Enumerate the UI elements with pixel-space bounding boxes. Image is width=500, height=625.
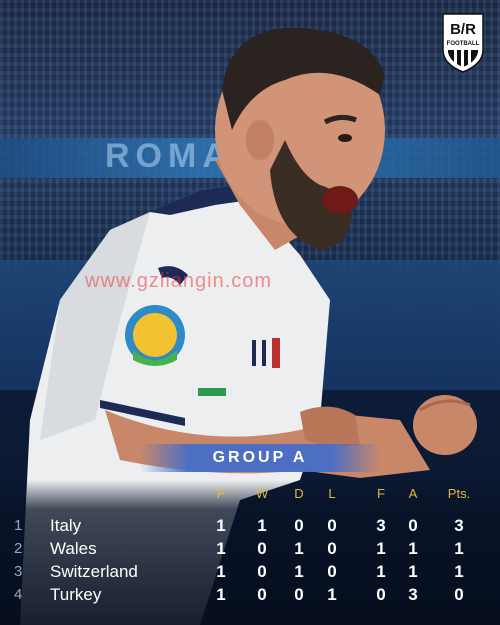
goals-against: 0	[408, 516, 418, 535]
column-header-points: Pts.	[447, 486, 471, 501]
goals-for: 1	[376, 539, 386, 558]
won: 0	[257, 562, 267, 581]
logo-text-br: B/R	[450, 21, 476, 38]
goals-for: 1	[376, 562, 386, 581]
points: 3	[454, 516, 464, 535]
team-name: Turkey	[50, 585, 102, 604]
bleacher-report-logo: B/R FOOTBALL	[442, 13, 484, 73]
watermark-text: www.gzliangin.com	[85, 270, 273, 292]
points: 0	[454, 585, 464, 604]
goals-against: 3	[408, 585, 418, 604]
group-title-banner: GROUP A	[140, 444, 380, 472]
drawn: 0	[294, 585, 304, 604]
column-header-goals-against: A	[408, 486, 418, 501]
lost: 0	[327, 562, 337, 581]
lost: 0	[327, 516, 337, 535]
lost: 1	[327, 585, 337, 604]
team-name: Switzerland	[50, 562, 138, 581]
rank: 1	[14, 517, 23, 534]
drawn: 1	[294, 562, 304, 581]
table-row: 3 Switzerland 1 0 1 0 1 1 1	[0, 560, 500, 583]
column-header-drawn: D	[294, 486, 304, 501]
table-row: 4 Turkey 1 0 0 1 0 3 0	[0, 583, 500, 606]
points: 1	[454, 562, 464, 581]
goals-for: 0	[376, 585, 386, 604]
rank: 4	[14, 586, 23, 603]
won: 0	[257, 585, 267, 604]
goals-against: 1	[408, 539, 418, 558]
team-name: Wales	[50, 539, 97, 558]
goals-for: 3	[376, 516, 386, 535]
team-name: Italy	[50, 516, 82, 535]
lost: 0	[327, 539, 337, 558]
played: 1	[216, 562, 226, 581]
won: 1	[257, 516, 267, 535]
rank: 3	[14, 563, 23, 580]
points: 1	[454, 539, 464, 558]
table-row: 1 Italy 1 1 0 0 3 0 3	[0, 514, 500, 537]
column-header-goals-for: F	[377, 486, 385, 501]
played: 1	[216, 585, 226, 604]
column-header-lost: L	[328, 486, 336, 501]
drawn: 0	[294, 516, 304, 535]
table-row: 2 Wales 1 0 1 0 1 1 1	[0, 537, 500, 560]
drawn: 1	[294, 539, 304, 558]
column-header-played: P	[216, 486, 226, 501]
group-title: GROUP A	[212, 449, 308, 466]
logo-text-football: FOOTBALL	[447, 41, 480, 47]
played: 1	[216, 539, 226, 558]
column-header-won: W	[255, 486, 269, 501]
goals-against: 1	[408, 562, 418, 581]
played: 1	[216, 516, 226, 535]
won: 0	[257, 539, 267, 558]
rank: 2	[14, 540, 23, 557]
standings-graphic: ROMA B/R FOOTBALL www.gzliangin.com GROU…	[0, 0, 500, 625]
